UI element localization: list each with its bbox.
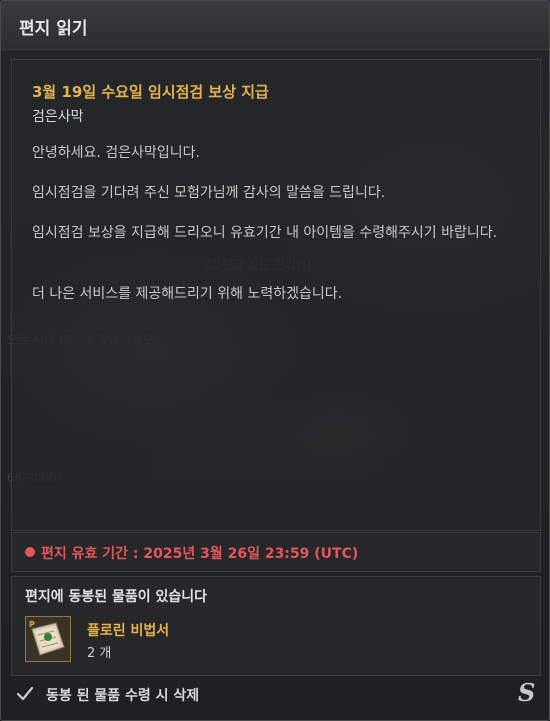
letter-subject: 3월 19일 수요일 임시점검 보상 지급 [32,83,269,101]
delete-on-receive-label: 동봉 된 물품 수령 시 삭제 [46,688,200,704]
item-slot[interactable]: P [25,616,71,662]
letter-paragraph: 안녕하세요. 검은사막입니다. [32,145,200,161]
attachment-panel: 편지에 동봉된 물품이 있습니다 P 플로린 비법서 2 개 [11,576,541,676]
expiry-bar: 편지 유효 기간 : 2025년 3월 26일 23:59 (UTC) [11,532,541,572]
item-name: 플로린 비법서 [87,623,170,639]
attachment-header: 편지에 동봉된 물품이 있습니다 [25,589,208,605]
letter-paragraph: 임시점검을 기다려 주신 모험가님께 감사의 말씀을 드립니다. [32,185,386,201]
checkmark-icon [16,686,34,701]
window-title: 편지 읽기 [19,19,88,39]
item-count: 2 개 [87,646,112,661]
recipe-book-icon: P [26,617,70,661]
svg-text:S: S [518,679,535,707]
game-logo-icon: S [518,679,535,707]
delete-on-receive-checkbox[interactable] [15,684,35,704]
letter-window: (그림말 길드 관리인) 으로 사막 NPC를 찾아가세요. 68/2000) … [0,0,550,721]
expiry-text: 편지 유효 기간 : 2025년 3월 26일 23:59 (UTC) [41,546,359,562]
expiry-dot-icon [25,547,35,557]
letter-body: 3월 19일 수요일 임시점검 보상 지급 검은사막 안녕하세요. 검은사막입니… [11,59,541,531]
letter-paragraph: 더 나은 서비스를 제공해드리기 위해 노력하겠습니다. [32,286,343,302]
letter-sender: 검은사막 [32,109,84,125]
window-header: 편지 읽기 [1,1,549,50]
letter-paragraph: 임시점검 보상을 지급해 드리오니 유효기간 내 아이템을 수령해주시기 바랍니… [32,225,498,241]
svg-text:P: P [29,620,35,629]
